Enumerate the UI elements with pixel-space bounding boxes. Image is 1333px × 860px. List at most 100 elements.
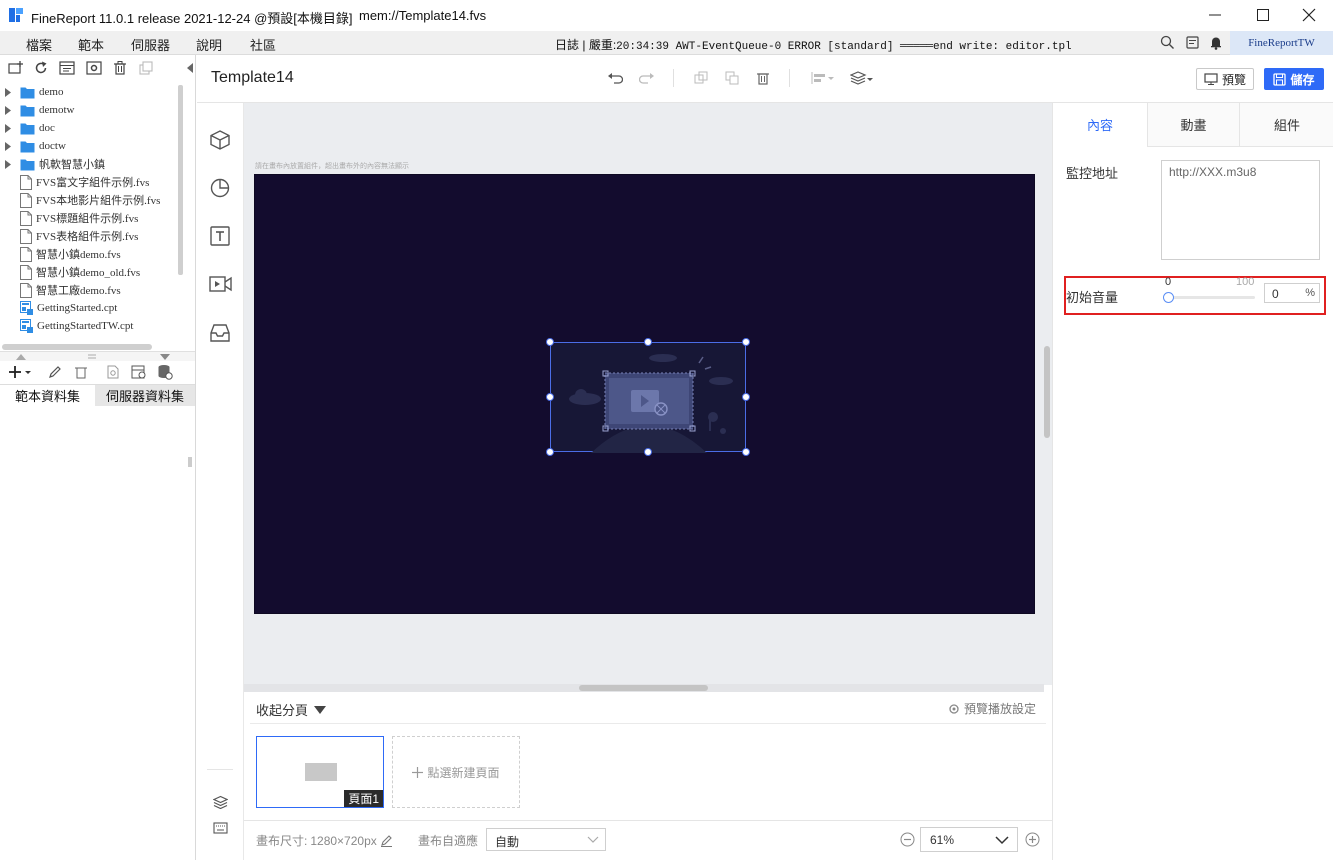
menu-help[interactable]: 說明 <box>196 35 222 54</box>
panel-splitter[interactable] <box>0 351 195 361</box>
add-dataset-icon[interactable] <box>8 364 32 380</box>
resize-handle[interactable] <box>644 448 652 456</box>
expand-arrow-icon[interactable] <box>5 141 12 151</box>
volume-slider-knob[interactable] <box>1163 292 1174 303</box>
user-account[interactable]: FineReportTW <box>1230 31 1333 55</box>
expand-arrow-icon[interactable] <box>5 105 12 115</box>
expand-arrow-icon[interactable] <box>5 123 12 133</box>
pages-panel: 收起分頁 預覽播放設定 頁面1 點選新建頁面 畫布尺寸: 1280×720px … <box>244 692 1052 860</box>
resize-handle[interactable] <box>644 338 652 346</box>
refresh-icon[interactable] <box>34 61 48 75</box>
canvas-horizontal-scrollbar[interactable] <box>579 685 708 691</box>
zoom-in-icon[interactable] <box>1025 832 1040 847</box>
edit-size-icon[interactable] <box>380 834 393 847</box>
save-button[interactable]: 儲存 <box>1264 68 1324 90</box>
database-icon[interactable] <box>157 364 173 380</box>
edit-dataset-icon[interactable] <box>48 365 62 379</box>
menu-template[interactable]: 範本 <box>78 35 104 54</box>
file-info-icon[interactable] <box>59 61 75 75</box>
canvas-vertical-scrollbar[interactable] <box>1044 346 1050 438</box>
zoom-select[interactable]: 61% <box>920 827 1018 852</box>
tree-horizontal-scrollbar[interactable] <box>2 344 152 350</box>
tab-template-dataset[interactable]: 範本資料集 <box>0 385 95 406</box>
undo-icon[interactable] <box>607 71 623 85</box>
tab-content[interactable]: 內容 <box>1053 103 1147 147</box>
expand-arrow-icon[interactable] <box>5 87 12 97</box>
volume-input[interactable]: 0 % <box>1264 283 1320 303</box>
search-icon[interactable] <box>1160 35 1175 50</box>
dataset-params-icon[interactable] <box>131 365 146 379</box>
tree-item[interactable]: 智慧工廠demo.fvs <box>0 281 176 299</box>
tree-item[interactable]: demotw <box>0 101 176 119</box>
settings-gear-icon[interactable] <box>86 61 102 75</box>
tree-item-label: GettingStarted.cpt <box>37 302 118 314</box>
paste-icon[interactable] <box>725 71 739 85</box>
resize-handle[interactable] <box>546 338 554 346</box>
preview-dataset-icon[interactable] <box>106 365 120 379</box>
resize-handle[interactable] <box>742 393 750 401</box>
delete-dataset-icon[interactable] <box>74 365 88 379</box>
property-panel: 內容 動畫 組件 監控地址 http://XXX.m3u8 初始音量 0 100… <box>1052 103 1333 860</box>
tree-item[interactable]: 智慧小鎮demo_old.fvs <box>0 263 176 281</box>
new-page-button[interactable]: 點選新建頁面 <box>392 736 520 808</box>
tree-item[interactable]: doc <box>0 119 176 137</box>
volume-slider-track[interactable] <box>1163 292 1255 303</box>
tab-server-dataset[interactable]: 伺服器資料集 <box>95 385 195 406</box>
expand-arrow-icon[interactable] <box>5 159 12 169</box>
zoom-out-icon[interactable] <box>900 832 915 847</box>
page-thumbnail-1[interactable]: 頁面1 <box>256 736 384 808</box>
maximize-icon[interactable] <box>1256 8 1270 22</box>
tree-item[interactable]: 帆軟智慧小鎮 <box>0 155 176 173</box>
folder-icon <box>20 141 35 152</box>
tree-item[interactable]: FVS本地影片組件示例.fvs <box>0 191 176 209</box>
log-bar[interactable]: 日誌 | 嚴重:20:34:39 AWT-EventQueue-0 ERROR … <box>555 36 1072 53</box>
panel-resize-grip[interactable] <box>187 457 193 467</box>
align-dropdown-icon[interactable] <box>811 72 835 84</box>
notes-icon[interactable] <box>1185 35 1200 50</box>
new-folder-icon[interactable] <box>8 61 24 75</box>
menu-community[interactable]: 社區 <box>250 35 276 54</box>
play-settings-link[interactable]: 預覽播放設定 <box>948 700 1036 717</box>
tree-item[interactable]: GettingStartedTW.cpt <box>0 317 176 335</box>
preview-button[interactable]: 預覽 <box>1196 68 1254 90</box>
tree-item[interactable]: demo <box>0 83 176 101</box>
close-icon[interactable] <box>1302 8 1316 22</box>
tab-component[interactable]: 組件 <box>1239 103 1333 147</box>
tree-item[interactable]: FVS標題組件示例.fvs <box>0 209 176 227</box>
tree-scrollbar[interactable] <box>178 85 183 275</box>
resize-handle[interactable] <box>546 393 554 401</box>
tab-animation[interactable]: 動畫 <box>1147 103 1239 147</box>
keyboard-icon[interactable] <box>213 822 228 834</box>
video-component-icon[interactable] <box>209 273 233 295</box>
3d-component-icon[interactable] <box>209 129 231 151</box>
trash-icon[interactable] <box>756 71 770 85</box>
bell-icon[interactable] <box>1209 35 1223 50</box>
collapse-pages-toggle[interactable]: 收起分頁 <box>256 700 327 719</box>
redo-icon[interactable] <box>639 71 655 85</box>
menu-server[interactable]: 伺服器 <box>131 35 170 54</box>
resize-handle[interactable] <box>742 448 750 456</box>
chart-component-icon[interactable] <box>209 177 231 199</box>
minimize-icon[interactable] <box>1208 8 1222 22</box>
tree-item[interactable]: FVS表格組件示例.fvs <box>0 227 176 245</box>
tree-item[interactable]: 智慧小鎮demo.fvs <box>0 245 176 263</box>
canvas-workspace[interactable]: 請在畫布內放置組件，超出畫布外的內容無法顯示 <box>244 103 1052 692</box>
resize-handle[interactable] <box>546 448 554 456</box>
tree-item[interactable]: GettingStarted.cpt <box>0 299 176 317</box>
menu-file[interactable]: 檔案 <box>26 35 52 54</box>
monitor-address-input[interactable]: http://XXX.m3u8 <box>1161 160 1320 260</box>
canvas-adapt-select[interactable]: 自動 <box>486 828 606 851</box>
text-component-icon[interactable] <box>209 225 231 247</box>
inbox-component-icon[interactable] <box>209 322 231 344</box>
tree-item[interactable]: doctw <box>0 137 176 155</box>
copy-icon[interactable] <box>694 71 708 85</box>
layers-dropdown-icon[interactable] <box>850 70 874 86</box>
copy-disabled-icon[interactable] <box>139 61 153 75</box>
file-icon <box>20 282 32 298</box>
collapse-panel-icon[interactable] <box>187 63 193 73</box>
layers-icon[interactable] <box>213 795 228 809</box>
tree-item[interactable]: FVS富文字組件示例.fvs <box>0 173 176 191</box>
resize-handle[interactable] <box>742 338 750 346</box>
video-widget[interactable] <box>550 342 746 453</box>
delete-icon[interactable] <box>113 61 127 75</box>
